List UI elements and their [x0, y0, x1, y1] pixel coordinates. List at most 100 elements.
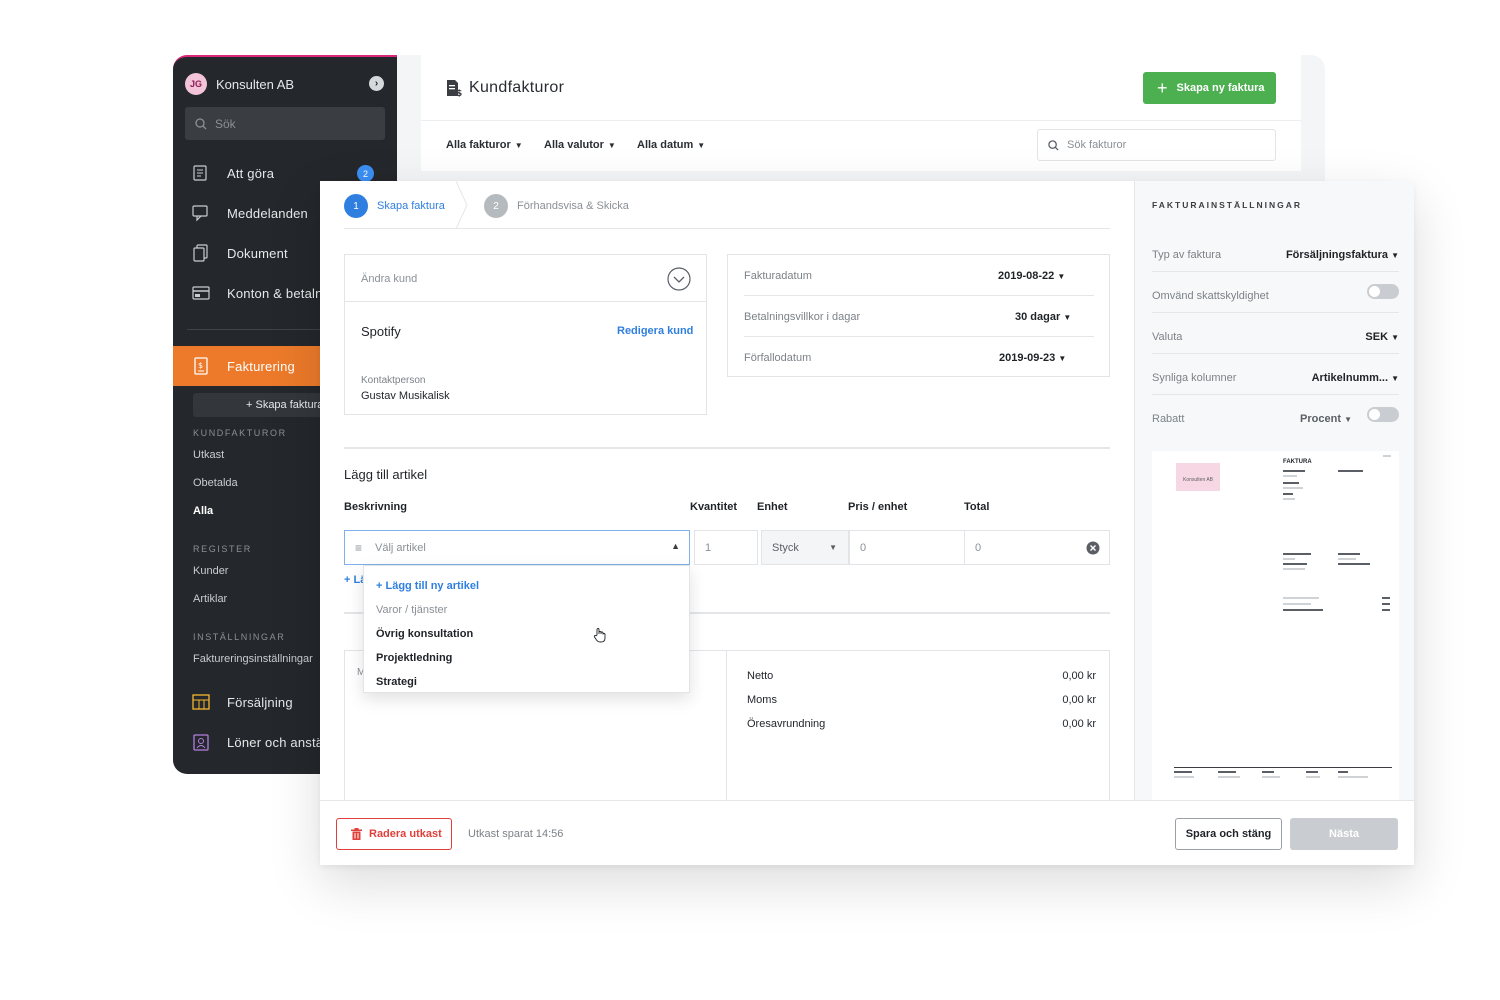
- visible-columns-select[interactable]: Artikelnumm... ▼: [1312, 372, 1399, 384]
- total-field: 0: [965, 530, 1110, 565]
- chevron-down-icon: ▼: [1391, 251, 1399, 260]
- svg-text:$: $: [198, 361, 203, 370]
- chevron-down-circle-icon[interactable]: [667, 267, 691, 291]
- preview-line: [1382, 597, 1390, 599]
- sidebar-item-label: Fakturering: [227, 358, 295, 374]
- org-switcher[interactable]: JG Konsulten AB: [185, 73, 294, 95]
- preview-line: [1262, 771, 1274, 773]
- section-divider: [344, 447, 1110, 449]
- preview-line: [1174, 771, 1192, 773]
- sidebar-subitem-unpaid[interactable]: Obetalda: [193, 477, 238, 489]
- change-customer-select[interactable]: Ändra kund: [345, 255, 706, 302]
- step-label: Skapa faktura: [377, 200, 445, 212]
- sidebar-subitem-all[interactable]: Alla: [193, 505, 213, 517]
- discount-type-value: Procent: [1300, 413, 1342, 425]
- create-invoice-modal: 1 Skapa faktura 2 Förhandsvisa & Skicka …: [320, 181, 1414, 865]
- filter-invoices-dropdown[interactable]: Alla fakturor ▼: [446, 139, 523, 151]
- invoice-editor: 1 Skapa faktura 2 Förhandsvisa & Skicka …: [320, 181, 1134, 800]
- invoice-preview-thumbnail[interactable]: Konsulten AB FAKTURA: [1152, 451, 1399, 800]
- article-select[interactable]: ≡ Välj artikel ▲: [344, 530, 690, 565]
- invoice-search-placeholder: Sök fakturor: [1067, 139, 1127, 151]
- price-input[interactable]: 0: [849, 530, 965, 565]
- sidebar-subitem-articles[interactable]: Artiklar: [193, 593, 227, 605]
- currency-select[interactable]: SEK ▼: [1365, 331, 1399, 343]
- sidebar-search-input[interactable]: Sök: [185, 107, 385, 140]
- invoice-type-row[interactable]: Typ av faktura Försäljningsfaktura ▼: [1152, 231, 1399, 272]
- chevron-down-icon: ▼: [607, 141, 616, 150]
- discount-type-select[interactable]: Procent ▼: [1300, 413, 1352, 425]
- page-header: $ Kundfakturor + Skapa ny faktura: [421, 55, 1301, 121]
- visible-columns-value: Artikelnumm...: [1311, 372, 1389, 384]
- next-button[interactable]: Nästa: [1290, 818, 1398, 850]
- invoice-date-select[interactable]: 2019-08-22 ▼: [998, 270, 1065, 282]
- payment-terms-value: 30 dagar: [1015, 311, 1061, 323]
- dropdown-option[interactable]: Övrig konsultation: [376, 628, 473, 640]
- preview-line: [1283, 475, 1297, 477]
- invoice-search-input[interactable]: Sök fakturor: [1037, 129, 1276, 161]
- dropdown-group-label: Varor / tjänster: [376, 604, 448, 616]
- preview-line: [1338, 776, 1368, 778]
- avatar[interactable]: JG: [185, 73, 207, 95]
- documents-icon: [192, 244, 210, 262]
- delete-draft-button[interactable]: Radera utkast: [336, 818, 452, 850]
- preview-line: [1283, 482, 1299, 484]
- preview-line: [1283, 493, 1293, 495]
- invoice-type-select[interactable]: Försäljningsfaktura ▼: [1286, 249, 1399, 261]
- discount-toggle[interactable]: [1367, 407, 1399, 422]
- org-name[interactable]: Konsulten AB: [216, 77, 294, 92]
- due-date-select[interactable]: 2019-09-23 ▼: [999, 352, 1066, 364]
- step-label: Förhandsvisa & Skicka: [517, 200, 629, 212]
- sidebar-subitem-customers[interactable]: Kunder: [193, 565, 228, 577]
- contact-person-name: Gustav Musikalisk: [361, 390, 450, 402]
- preview-line: [1283, 498, 1295, 500]
- payment-terms-select[interactable]: 30 dagar ▼: [1015, 311, 1071, 323]
- visible-columns-row[interactable]: Synliga kolumner Artikelnumm... ▼: [1152, 354, 1399, 395]
- collapse-sidebar-icon[interactable]: ›: [369, 76, 384, 91]
- remove-row-icon[interactable]: [1086, 541, 1100, 555]
- unit-select[interactable]: Styck ▼: [761, 530, 849, 565]
- todo-count-badge: 2: [357, 165, 374, 182]
- draft-saved-status: Utkast sparat 14:56: [468, 828, 564, 840]
- chevron-down-icon: ▼: [1344, 415, 1352, 424]
- currency-row[interactable]: Valuta SEK ▼: [1152, 313, 1399, 354]
- invoice-type-label: Typ av faktura: [1152, 249, 1222, 261]
- article-dropdown-menu: + Lägg till ny artikel Varor / tjänster …: [363, 565, 690, 693]
- preview-line: [1262, 776, 1280, 778]
- step-preview-send[interactable]: 2 Förhandsvisa & Skicka: [484, 194, 629, 218]
- filter-currency-dropdown[interactable]: Alla valutor ▼: [544, 139, 616, 151]
- save-and-close-button[interactable]: Spara och stäng: [1175, 818, 1282, 850]
- employee-badge-icon: [192, 733, 210, 751]
- preview-heading: FAKTURA: [1283, 459, 1312, 465]
- invoice-document-icon: $: [447, 80, 462, 97]
- preview-logo-text: Konsulten AB: [1182, 477, 1214, 483]
- filter-bar: Alla fakturor ▼ Alla valutor ▼ Alla datum ▼…: [421, 121, 1301, 171]
- chevron-down-icon: ▼: [1391, 333, 1399, 342]
- contact-person-label: Kontaktperson: [361, 375, 426, 386]
- row-divider: [744, 295, 1094, 296]
- sidebar-item-label: Att göra: [227, 165, 275, 181]
- edit-customer-link[interactable]: Redigera kund: [617, 325, 693, 337]
- filter-label: Alla fakturor: [446, 139, 511, 151]
- payment-terms-label: Betalningsvillkor i dagar: [744, 311, 861, 323]
- step-create-invoice[interactable]: 1 Skapa faktura: [344, 194, 445, 218]
- search-icon: [195, 117, 207, 129]
- reverse-charge-toggle[interactable]: [1367, 284, 1399, 299]
- invoice-type-value: Försäljningsfaktura: [1285, 249, 1389, 261]
- bank-card-icon: [192, 284, 210, 302]
- chevron-down-icon: ▼: [829, 543, 837, 552]
- sidebar-subitem-invoice-settings[interactable]: Faktureringsinställningar: [193, 653, 313, 665]
- create-new-invoice-button[interactable]: + Skapa ny faktura: [1143, 72, 1276, 104]
- sidebar-subitem-drafts[interactable]: Utkast: [193, 449, 224, 461]
- invoice-dates-card: Fakturadatum 2019-08-22 ▼ Betalningsvill…: [727, 254, 1110, 377]
- dropdown-option[interactable]: Strategi: [376, 676, 417, 688]
- drag-handle-icon[interactable]: ≡: [355, 541, 362, 555]
- preview-line: [1306, 776, 1320, 778]
- preview-line: [1218, 776, 1240, 778]
- trash-icon: [351, 828, 362, 840]
- add-new-article-option[interactable]: + Lägg till ny artikel: [376, 580, 479, 592]
- filter-date-dropdown[interactable]: Alla datum ▼: [637, 139, 705, 151]
- rounding-label: Öresavrundning: [747, 718, 826, 730]
- quantity-input[interactable]: 1: [694, 530, 758, 565]
- chevron-up-icon: ▲: [671, 541, 680, 551]
- dropdown-option[interactable]: Projektledning: [376, 652, 452, 664]
